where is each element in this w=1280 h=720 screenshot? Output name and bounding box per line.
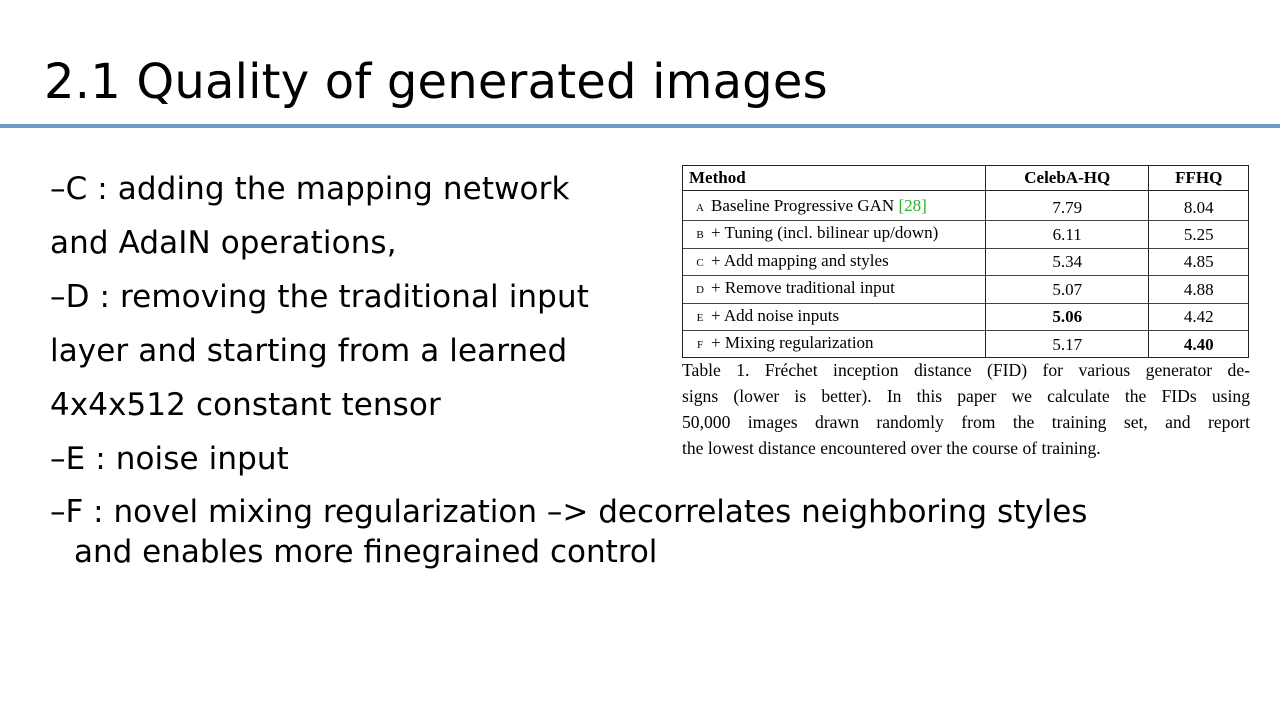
row-letter: D <box>696 284 704 297</box>
method-cell: F + Mixing regularization <box>682 330 986 358</box>
method-cell: C + Add mapping and styles <box>682 248 986 276</box>
caption-line: signs (lower is better). In this paper w… <box>682 386 1250 406</box>
ffhq-value: 4.88 <box>1148 275 1249 304</box>
table-row: A Baseline Progressive GAN [28] 7.79 8.04 <box>682 189 1249 221</box>
caption-line: Table 1. Fréchet inception distance (FID… <box>682 360 1250 380</box>
row-letter: E <box>696 311 704 324</box>
bullet-f-line-1: –F : novel mixing regularization –> deco… <box>50 494 1088 530</box>
ffhq-value: 5.25 <box>1148 220 1249 249</box>
celeba-value: 6.11 <box>984 220 1150 249</box>
header-ffhq: FFHQ <box>1148 165 1249 191</box>
bullet-f-line-2: and enables more finegrained control <box>74 534 658 570</box>
method-name: + Remove traditional input <box>711 278 895 298</box>
ffhq-value: 4.85 <box>1148 248 1249 276</box>
header-method: Method <box>682 165 986 191</box>
table-row: B + Tuning (incl. bilinear up/down) 6.11 … <box>682 220 1249 249</box>
method-name: + Add mapping and styles <box>711 250 889 270</box>
method-cell: E + Add noise inputs <box>682 303 986 331</box>
celeba-value: 7.79 <box>984 189 1150 221</box>
celeba-value: 5.34 <box>984 248 1150 276</box>
row-letter: B <box>696 229 704 242</box>
ffhq-value-best: 4.40 <box>1148 330 1249 358</box>
table-row: D + Remove traditional input 5.07 4.88 <box>682 275 1249 304</box>
method-cell: D + Remove traditional input <box>682 275 986 304</box>
method-name: Baseline Progressive GAN <box>711 196 895 215</box>
caption-line: the lowest distance encountered over the… <box>682 438 1101 458</box>
method-name: + Mixing regularization <box>711 333 874 353</box>
table-caption: Table 1. Fréchet inception distance (FID… <box>682 357 1250 461</box>
title-divider <box>0 124 1280 128</box>
method-cell: A Baseline Progressive GAN [28] <box>682 189 986 221</box>
method-cell: B + Tuning (incl. bilinear up/down) <box>682 220 986 249</box>
method-name: + Tuning (incl. bilinear up/down) <box>711 223 939 243</box>
citation-link[interactable]: [28] <box>898 196 926 215</box>
header-celeba-hq: CelebA-HQ <box>984 165 1150 191</box>
ffhq-value: 8.04 <box>1148 189 1249 221</box>
ffhq-value: 4.42 <box>1148 303 1249 331</box>
table-row: F + Mixing regularization 5.17 4.40 <box>682 330 1249 358</box>
celeba-value: 5.17 <box>984 330 1150 358</box>
table-header-row: Method CelebA-HQ FFHQ <box>682 165 1249 191</box>
row-letter: A <box>696 202 704 214</box>
table-row: C + Add mapping and styles 5.34 4.85 <box>682 248 1249 276</box>
celeba-value: 5.07 <box>984 275 1150 304</box>
celeba-value-best: 5.06 <box>984 303 1150 331</box>
slide-title: 2.1 Quality of generated images <box>44 54 828 110</box>
caption-line: 50,000 images drawn randomly from the tr… <box>682 412 1250 432</box>
table-row: E + Add noise inputs 5.06 4.42 <box>682 303 1249 331</box>
fid-table: Method CelebA-HQ FFHQ A Baseline Progress… <box>682 165 1249 358</box>
method-name: + Add noise inputs <box>711 305 840 325</box>
row-letter: C <box>696 256 704 269</box>
fid-table-figure: Method CelebA-HQ FFHQ A Baseline Progress… <box>682 165 1250 358</box>
row-letter: F <box>696 339 704 352</box>
